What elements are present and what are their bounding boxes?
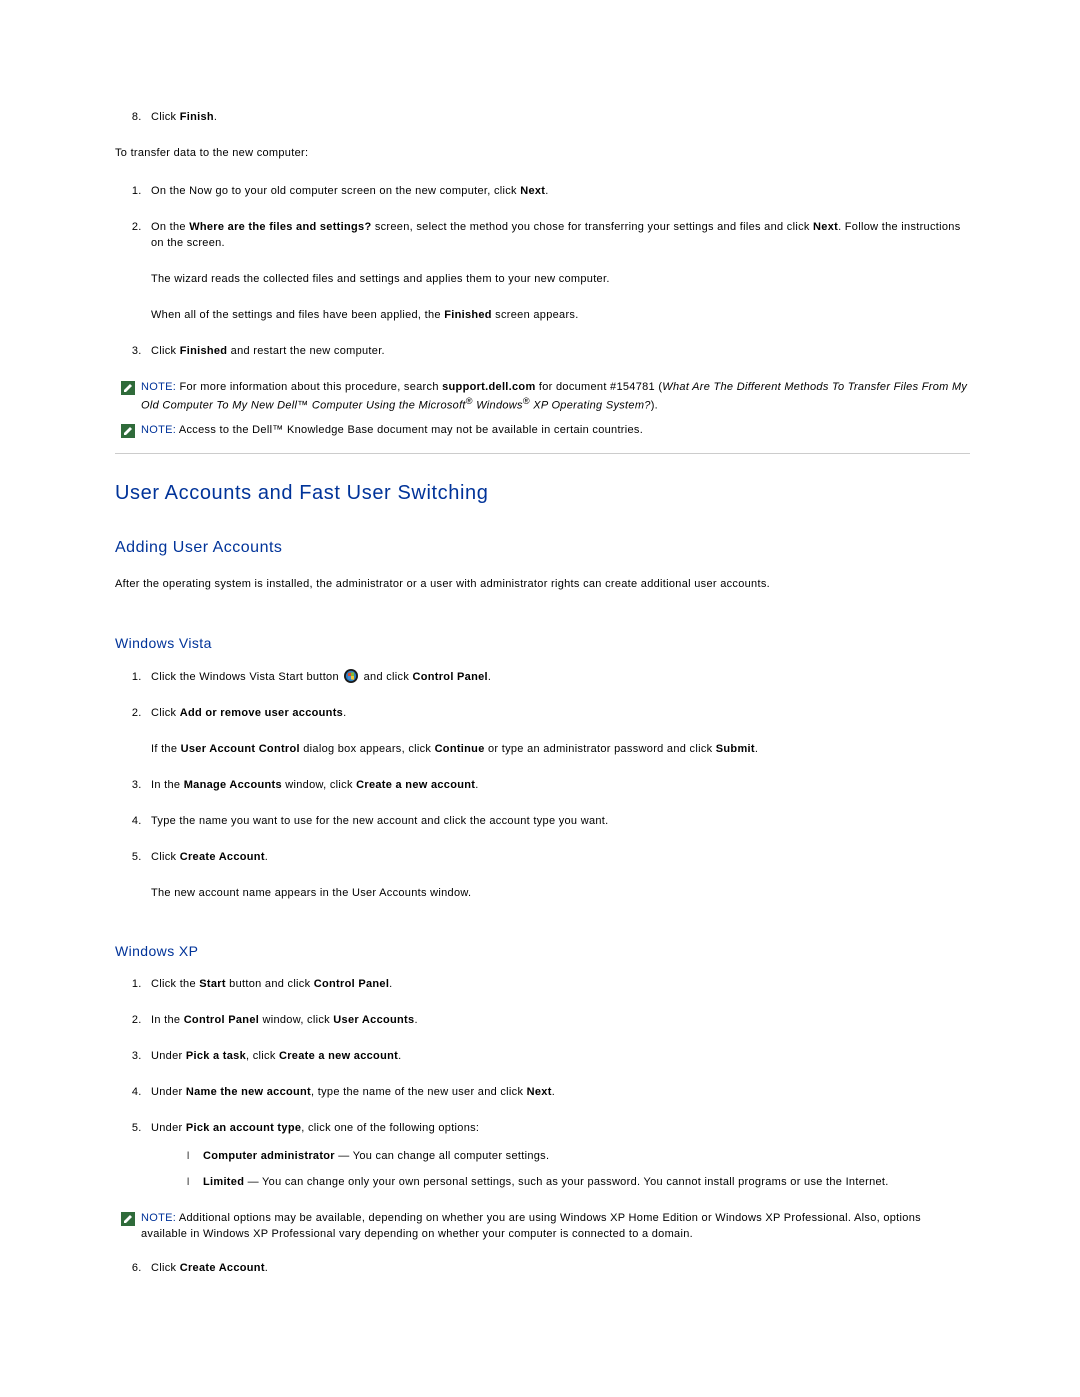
note-pencil-icon: [121, 1212, 135, 1226]
paragraph: To transfer data to the new computer:: [115, 146, 970, 162]
list-item: Under Pick an account type, click one of…: [145, 1121, 970, 1191]
paragraph: After the operating system is installed,…: [115, 577, 970, 593]
sub-paragraph: When all of the settings and files have …: [151, 308, 970, 324]
list-item: In the Manage Accounts window, click Cre…: [145, 778, 970, 794]
sub-paragraph: The wizard reads the collected files and…: [151, 272, 970, 288]
list-item: Click Create Account.: [145, 1261, 970, 1277]
note-block: NOTE: For more information about this pr…: [115, 380, 970, 416]
note-pencil-icon: [121, 424, 135, 438]
list-item: Under Pick a task, click Create a new ac…: [145, 1049, 970, 1065]
windows-vista-start-icon: [344, 669, 358, 683]
subsection-heading: Adding User Accounts: [115, 539, 970, 557]
list-item: On the Now go to your old computer scree…: [145, 184, 970, 200]
ordered-list-xp: Click the Start button and click Control…: [115, 977, 970, 1191]
list-item: In the Control Panel window, click User …: [145, 1013, 970, 1029]
bullet-list: Computer administrator — You can change …: [151, 1149, 970, 1191]
note-block: NOTE: Access to the Dell™ Knowledge Base…: [115, 423, 970, 439]
note-text: NOTE: For more information about this pr…: [141, 380, 970, 416]
list-item: Click the Start button and click Control…: [145, 977, 970, 993]
sub-paragraph: If the User Account Control dialog box a…: [151, 742, 970, 758]
list-item: Click Add or remove user accounts. If th…: [145, 706, 970, 758]
ordered-list-vista: Click the Windows Vista Start button and…: [115, 669, 970, 902]
ordered-list-xp-cont: Click Create Account.: [115, 1261, 970, 1277]
list-item: Click Finish.: [145, 110, 970, 126]
list-item: Computer administrator — You can change …: [197, 1149, 970, 1165]
document-page: Click Finish. To transfer data to the ne…: [0, 0, 1080, 1397]
list-item: On the Where are the files and settings?…: [145, 220, 970, 324]
list-item: Type the name you want to use for the ne…: [145, 814, 970, 830]
note-text: NOTE: Access to the Dell™ Knowledge Base…: [141, 423, 970, 439]
minor-heading: Windows XP: [115, 943, 970, 959]
list-item: Click the Windows Vista Start button and…: [145, 669, 970, 686]
note-block: NOTE: Additional options may be availabl…: [115, 1211, 970, 1243]
list-item: Limited — You can change only your own p…: [197, 1175, 970, 1191]
section-divider: [115, 453, 970, 454]
list-item: Click Create Account. The new account na…: [145, 850, 970, 902]
sub-paragraph: The new account name appears in the User…: [151, 886, 970, 902]
note-pencil-icon: [121, 381, 135, 395]
list-item: Under Name the new account, type the nam…: [145, 1085, 970, 1101]
ordered-list-intro: Click Finish.: [115, 110, 970, 126]
list-item: Click Finished and restart the new compu…: [145, 344, 970, 360]
section-heading: User Accounts and Fast User Switching: [115, 482, 970, 505]
minor-heading: Windows Vista: [115, 635, 970, 651]
ordered-list-transfer: On the Now go to your old computer scree…: [115, 184, 970, 360]
note-text: NOTE: Additional options may be availabl…: [141, 1211, 970, 1243]
